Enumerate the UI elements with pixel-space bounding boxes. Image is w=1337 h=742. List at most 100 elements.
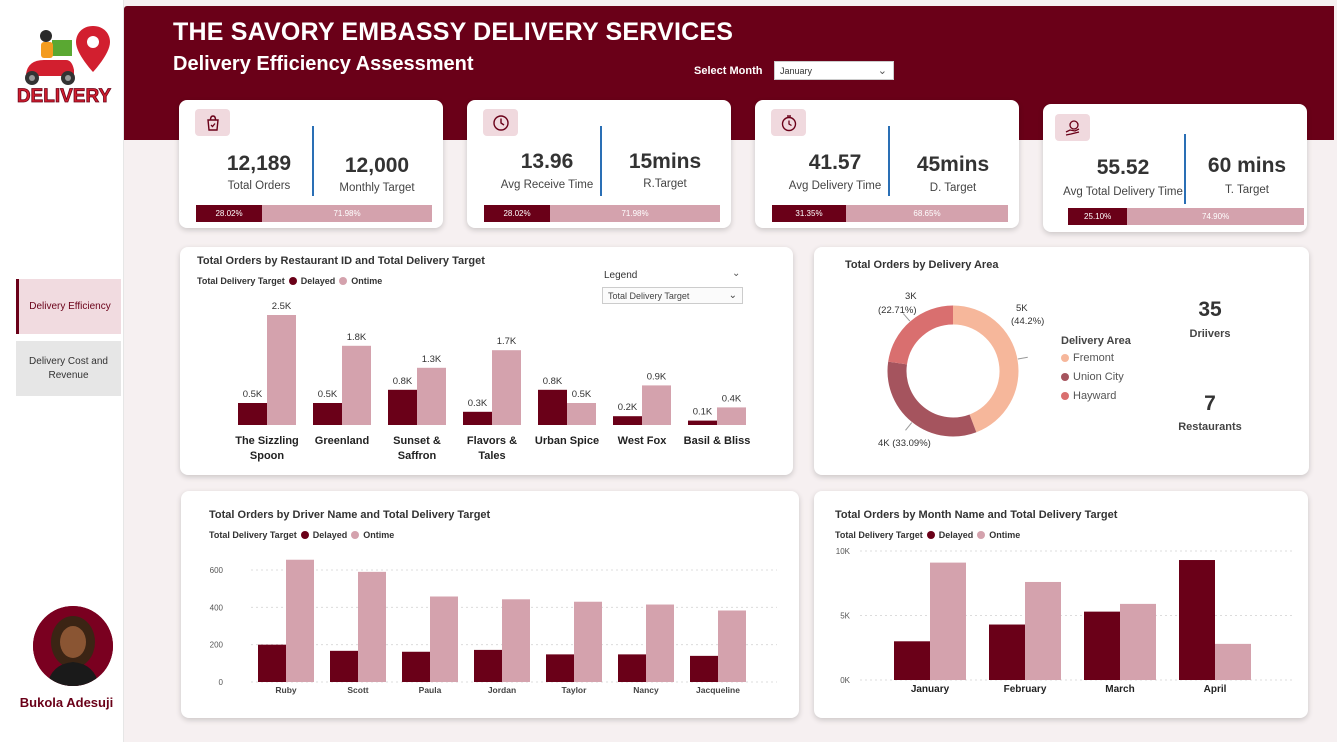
category-label: Ruby bbox=[275, 685, 297, 695]
category-label: Flavors & bbox=[467, 435, 517, 447]
month-bar-chart: 0K 5K 10K January February March April bbox=[836, 547, 1292, 695]
kpi-card-avg-delivery-time: 41.57 Avg Delivery Time 45mins D. Target… bbox=[755, 100, 1019, 228]
kpi-value: 55.52 bbox=[1096, 156, 1150, 179]
ontime-segment: 71.98% bbox=[333, 209, 361, 218]
kpi-split-bar: 31.35% 68.65% bbox=[772, 205, 1008, 222]
bar-ontime bbox=[342, 345, 371, 425]
kpi-target-value: 12,000 bbox=[344, 154, 410, 177]
data-label: 1.3K bbox=[422, 354, 442, 365]
kpi-label: Avg Receive Time bbox=[500, 179, 594, 191]
fremont-label: Fremont bbox=[1073, 352, 1114, 364]
bar-ontime bbox=[417, 367, 446, 425]
page-subtitle: Delivery Efficiency Assessment bbox=[173, 53, 474, 75]
month-chart-panel: Total Orders by Month Name and Total Del… bbox=[814, 491, 1308, 718]
bar-ontime bbox=[646, 604, 674, 682]
bar-ontime bbox=[267, 315, 296, 425]
bar-ontime bbox=[502, 599, 530, 682]
y-tick-label: 400 bbox=[210, 603, 224, 612]
donut-slice-union-city bbox=[887, 361, 977, 437]
category-label: Spoon bbox=[250, 450, 284, 462]
delayed-segment: 28.02% bbox=[484, 205, 551, 222]
kpi-target-label: R.Target bbox=[643, 178, 687, 190]
fremont-swatch bbox=[1061, 354, 1069, 362]
hayward-pct-label: (22.71%) bbox=[878, 305, 917, 316]
kpi-label: Avg Delivery Time bbox=[788, 180, 882, 192]
logo-text: DELIVERY bbox=[17, 86, 112, 107]
y-tick-label: 0 bbox=[219, 678, 224, 687]
category-label: Sunset & bbox=[393, 435, 441, 447]
bar-delayed bbox=[402, 651, 430, 682]
restaurants-count: 7 bbox=[1204, 392, 1216, 415]
legend-item-fremont[interactable]: Fremont bbox=[1061, 352, 1114, 364]
bar-ontime bbox=[492, 350, 521, 425]
kpi-card-total-orders: 12,189 Total Orders 12,000 Monthly Targe… bbox=[179, 100, 443, 228]
bar-ontime bbox=[1120, 603, 1156, 680]
bar-ontime bbox=[718, 610, 746, 682]
kpi-target-label: T. Target bbox=[1225, 184, 1269, 196]
kpi-label: Avg Total Delivery Time bbox=[1063, 186, 1183, 198]
delayed-segment: 25.10% bbox=[1068, 208, 1128, 225]
category-label: West Fox bbox=[618, 435, 668, 447]
bar-delayed bbox=[613, 416, 642, 425]
month-select[interactable]: January ⌄ bbox=[774, 61, 894, 80]
clock-icon bbox=[483, 109, 518, 136]
category-label: Basil & Bliss bbox=[684, 435, 751, 447]
nav-delivery-cost-revenue[interactable]: Delivery Cost and Revenue bbox=[16, 341, 121, 396]
bar-ontime bbox=[286, 559, 314, 682]
legend-item-union-city[interactable]: Union City bbox=[1061, 371, 1124, 383]
kpi-value: 41.57 bbox=[808, 151, 862, 174]
bar-delayed bbox=[618, 654, 646, 682]
category-label: Jordan bbox=[488, 685, 516, 695]
kpi-divider bbox=[600, 126, 602, 196]
bar-delayed bbox=[546, 654, 574, 682]
nav-delivery-efficiency[interactable]: Delivery Efficiency bbox=[16, 279, 121, 334]
leader-line bbox=[1017, 356, 1028, 360]
data-label: 0.8K bbox=[393, 376, 413, 387]
kpi-value: 13.96 bbox=[520, 150, 574, 173]
data-label: 0.5K bbox=[243, 389, 263, 400]
bar-ontime bbox=[930, 562, 966, 680]
category-label: April bbox=[1204, 684, 1227, 695]
y-tick-label: 5K bbox=[840, 612, 850, 621]
bar-delayed bbox=[463, 411, 492, 425]
bar-delayed bbox=[690, 655, 718, 682]
union-city-swatch bbox=[1061, 373, 1069, 381]
month-select-value: January bbox=[780, 66, 813, 76]
bar-delayed bbox=[1084, 611, 1120, 680]
bar-delayed bbox=[313, 403, 342, 425]
driver-chart-panel: Total Orders by Driver Name and Total De… bbox=[181, 491, 799, 718]
bar-ontime bbox=[567, 403, 596, 425]
category-label: Greenland bbox=[315, 435, 369, 447]
drivers-label: Driivers bbox=[1189, 328, 1231, 340]
kpi-split-bar: 28.02% 71.98% bbox=[196, 205, 432, 222]
delivery-logo: DELIVERY bbox=[14, 22, 114, 108]
bar-delayed bbox=[894, 641, 930, 680]
kpi-value: 12,189 bbox=[226, 152, 292, 175]
data-label: 0.5K bbox=[572, 389, 592, 400]
union-city-label: 4K (33.09%) bbox=[878, 438, 931, 449]
page-title: THE SAVORY EMBASSY DELIVERY SERVICES bbox=[173, 18, 734, 46]
bar-delayed bbox=[1179, 560, 1215, 680]
fremont-pct-label: (44.2%) bbox=[1011, 316, 1044, 327]
kpi-card-avg-receive-time: 13.96 Avg Receive Time 15mins R.Target 2… bbox=[467, 100, 731, 228]
y-tick-label: 200 bbox=[210, 641, 224, 650]
drivers-count: 35 bbox=[1198, 298, 1222, 321]
category-label: Paula bbox=[419, 685, 442, 695]
kpi-card-avg-total-delivery-time: 55.52 Avg Total Delivery Time 60 mins T.… bbox=[1043, 104, 1307, 232]
data-label: 0.3K bbox=[468, 398, 488, 409]
driver-bar-chart: 0 200 400 600 Ruby Scott Paula Jordan Taylor Nanc… bbox=[210, 559, 777, 695]
kpi-target-value: 45mins bbox=[916, 153, 990, 176]
data-label: 0.5K bbox=[318, 389, 338, 400]
select-month-label: Select Month bbox=[694, 65, 763, 77]
category-label: Scott bbox=[347, 685, 368, 695]
bar-ontime bbox=[358, 571, 386, 682]
kpi-divider bbox=[1184, 134, 1186, 204]
bar-delayed bbox=[258, 644, 286, 682]
bar-delayed bbox=[474, 649, 502, 682]
category-label: Nancy bbox=[633, 685, 659, 695]
bar-delayed bbox=[538, 389, 567, 425]
kpi-label: Total Orders bbox=[227, 180, 291, 192]
kpi-target-value: 15mins bbox=[628, 150, 702, 173]
legend-item-hayward[interactable]: Hayward bbox=[1061, 390, 1116, 402]
bar-ontime bbox=[574, 601, 602, 682]
